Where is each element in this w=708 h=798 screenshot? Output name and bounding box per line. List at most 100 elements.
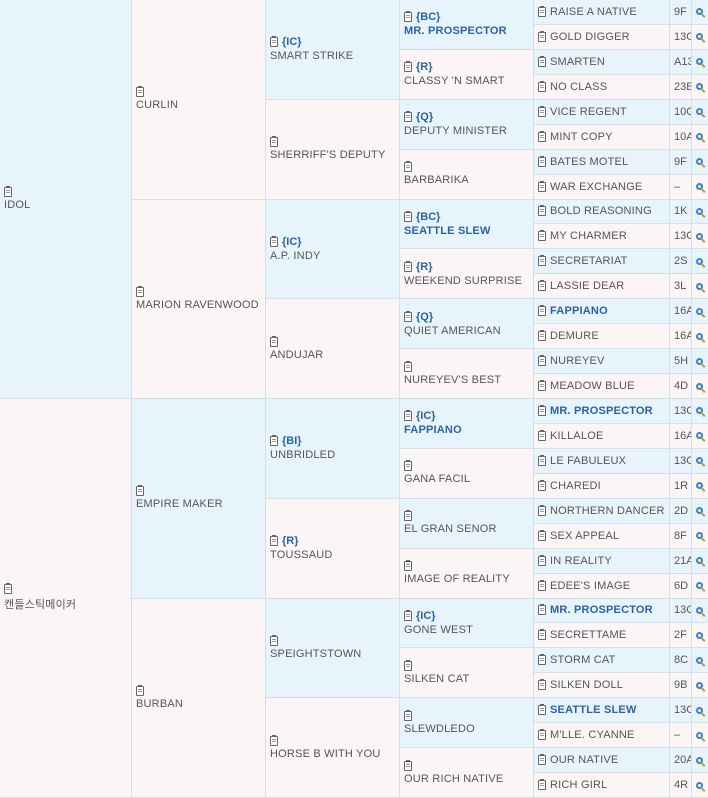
clipboard-icon[interactable]: [538, 429, 546, 441]
magnifier-icon[interactable]: [696, 756, 703, 764]
horse-name[interactable]: ANDUJAR: [270, 349, 323, 361]
clipboard-icon[interactable]: [404, 510, 412, 522]
magnifier-icon[interactable]: [696, 382, 703, 390]
magnifier-icon[interactable]: [696, 631, 703, 639]
clipboard-icon[interactable]: [538, 629, 546, 641]
clipboard-icon[interactable]: [538, 579, 546, 591]
clipboard-icon[interactable]: [404, 11, 412, 23]
search-button[interactable]: [692, 623, 708, 649]
clipboard-icon[interactable]: [538, 779, 546, 791]
horse-name[interactable]: SECRETTAME: [550, 629, 626, 641]
horse-name[interactable]: WAR EXCHANGE: [550, 181, 642, 193]
horse-name[interactable]: OUR RICH NATIVE: [404, 773, 503, 785]
search-button[interactable]: [692, 723, 708, 749]
horse-name[interactable]: RICH GIRL: [550, 779, 607, 791]
search-button[interactable]: [692, 224, 708, 250]
horse-name[interactable]: MARION RAVENWOOD: [136, 299, 259, 311]
horse-name[interactable]: MINT COPY: [550, 131, 613, 143]
search-button[interactable]: [692, 673, 708, 699]
search-button[interactable]: [692, 598, 708, 624]
horse-name[interactable]: SEX APPEAL: [550, 530, 619, 542]
clipboard-icon[interactable]: [404, 61, 412, 73]
clipboard-icon[interactable]: [270, 634, 278, 646]
horse-name[interactable]: CURLIN: [136, 99, 178, 111]
clipboard-icon[interactable]: [538, 479, 546, 491]
clipboard-icon[interactable]: [538, 255, 546, 267]
horse-name[interactable]: TOUSSAUD: [270, 549, 333, 561]
horse-name[interactable]: WEEKEND SURPRISE: [404, 275, 522, 287]
horse-name[interactable]: QUIET AMERICAN: [404, 325, 501, 337]
horse-name[interactable]: SMARTEN: [550, 56, 605, 68]
magnifier-icon[interactable]: [696, 482, 703, 490]
horse-name[interactable]: EL GRAN SENOR: [404, 523, 497, 535]
clipboard-icon[interactable]: [136, 285, 144, 297]
clipboard-icon[interactable]: [538, 729, 546, 741]
search-button[interactable]: [692, 748, 708, 774]
clipboard-icon[interactable]: [404, 111, 412, 123]
horse-name[interactable]: CLASSY 'N SMART: [404, 75, 505, 87]
magnifier-icon[interactable]: [696, 432, 703, 440]
clipboard-icon[interactable]: [538, 754, 546, 766]
clipboard-icon[interactable]: [538, 130, 546, 142]
magnifier-icon[interactable]: [696, 83, 703, 91]
horse-name[interactable]: DEMURE: [550, 330, 599, 342]
horse-name[interactable]: VICE REGENT: [550, 106, 627, 118]
horse-name[interactable]: 캔들스틱메이커: [4, 596, 76, 612]
search-button[interactable]: [692, 249, 708, 275]
clipboard-icon[interactable]: [538, 704, 546, 716]
search-button[interactable]: [692, 423, 708, 449]
magnifier-icon[interactable]: [696, 582, 703, 590]
clipboard-icon[interactable]: [404, 410, 412, 422]
horse-name[interactable]: LE FABULEUX: [550, 455, 626, 467]
horse-name[interactable]: IMAGE OF REALITY: [404, 573, 510, 585]
magnifier-icon[interactable]: [696, 257, 703, 265]
horse-name[interactable]: SEATTLE SLEW: [550, 704, 637, 716]
clipboard-icon[interactable]: [538, 679, 546, 691]
search-button[interactable]: [692, 324, 708, 350]
magnifier-icon[interactable]: [696, 706, 703, 714]
horse-name[interactable]: SILKEN DOLL: [550, 679, 623, 691]
clipboard-icon[interactable]: [538, 30, 546, 42]
magnifier-icon[interactable]: [696, 681, 703, 689]
search-button[interactable]: [692, 473, 708, 499]
search-button[interactable]: [692, 448, 708, 474]
clipboard-icon[interactable]: [538, 305, 546, 317]
horse-name[interactable]: IDOL: [4, 199, 30, 211]
horse-name[interactable]: SHERRIFF'S DEPUTY: [270, 149, 386, 161]
search-button[interactable]: [692, 374, 708, 399]
search-button[interactable]: [692, 648, 708, 674]
search-button[interactable]: [692, 0, 708, 25]
horse-name[interactable]: EMPIRE MAKER: [136, 498, 223, 510]
horse-name[interactable]: MR. PROSPECTOR: [404, 25, 507, 37]
clipboard-icon[interactable]: [538, 330, 546, 342]
horse-name[interactable]: MY CHARMER: [550, 230, 627, 242]
magnifier-icon[interactable]: [696, 207, 703, 215]
search-button[interactable]: [692, 523, 708, 549]
clipboard-icon[interactable]: [538, 5, 546, 17]
clipboard-icon[interactable]: [136, 485, 144, 497]
clipboard-icon[interactable]: [270, 535, 278, 547]
clipboard-icon[interactable]: [404, 560, 412, 572]
horse-name[interactable]: NO CLASS: [550, 81, 607, 93]
clipboard-icon[interactable]: [538, 654, 546, 666]
horse-name[interactable]: BOLD REASONING: [550, 205, 652, 217]
clipboard-icon[interactable]: [538, 155, 546, 167]
search-button[interactable]: [692, 548, 708, 574]
search-button[interactable]: [692, 349, 708, 375]
magnifier-icon[interactable]: [696, 507, 703, 515]
horse-name[interactable]: LASSIE DEAR: [550, 280, 624, 292]
search-button[interactable]: [692, 299, 708, 325]
horse-name[interactable]: SPEIGHTSTOWN: [270, 648, 361, 660]
horse-name[interactable]: CHAREDI: [550, 480, 601, 492]
search-button[interactable]: [692, 174, 708, 200]
clipboard-icon[interactable]: [538, 80, 546, 92]
horse-name[interactable]: SEATTLE SLEW: [404, 225, 491, 237]
magnifier-icon[interactable]: [696, 781, 703, 789]
magnifier-icon[interactable]: [696, 357, 703, 365]
clipboard-icon[interactable]: [404, 260, 412, 272]
horse-name[interactable]: NORTHERN DANCER: [550, 505, 665, 517]
search-button[interactable]: [692, 498, 708, 524]
clipboard-icon[interactable]: [538, 230, 546, 242]
search-button[interactable]: [692, 698, 708, 724]
clipboard-icon[interactable]: [404, 161, 412, 173]
